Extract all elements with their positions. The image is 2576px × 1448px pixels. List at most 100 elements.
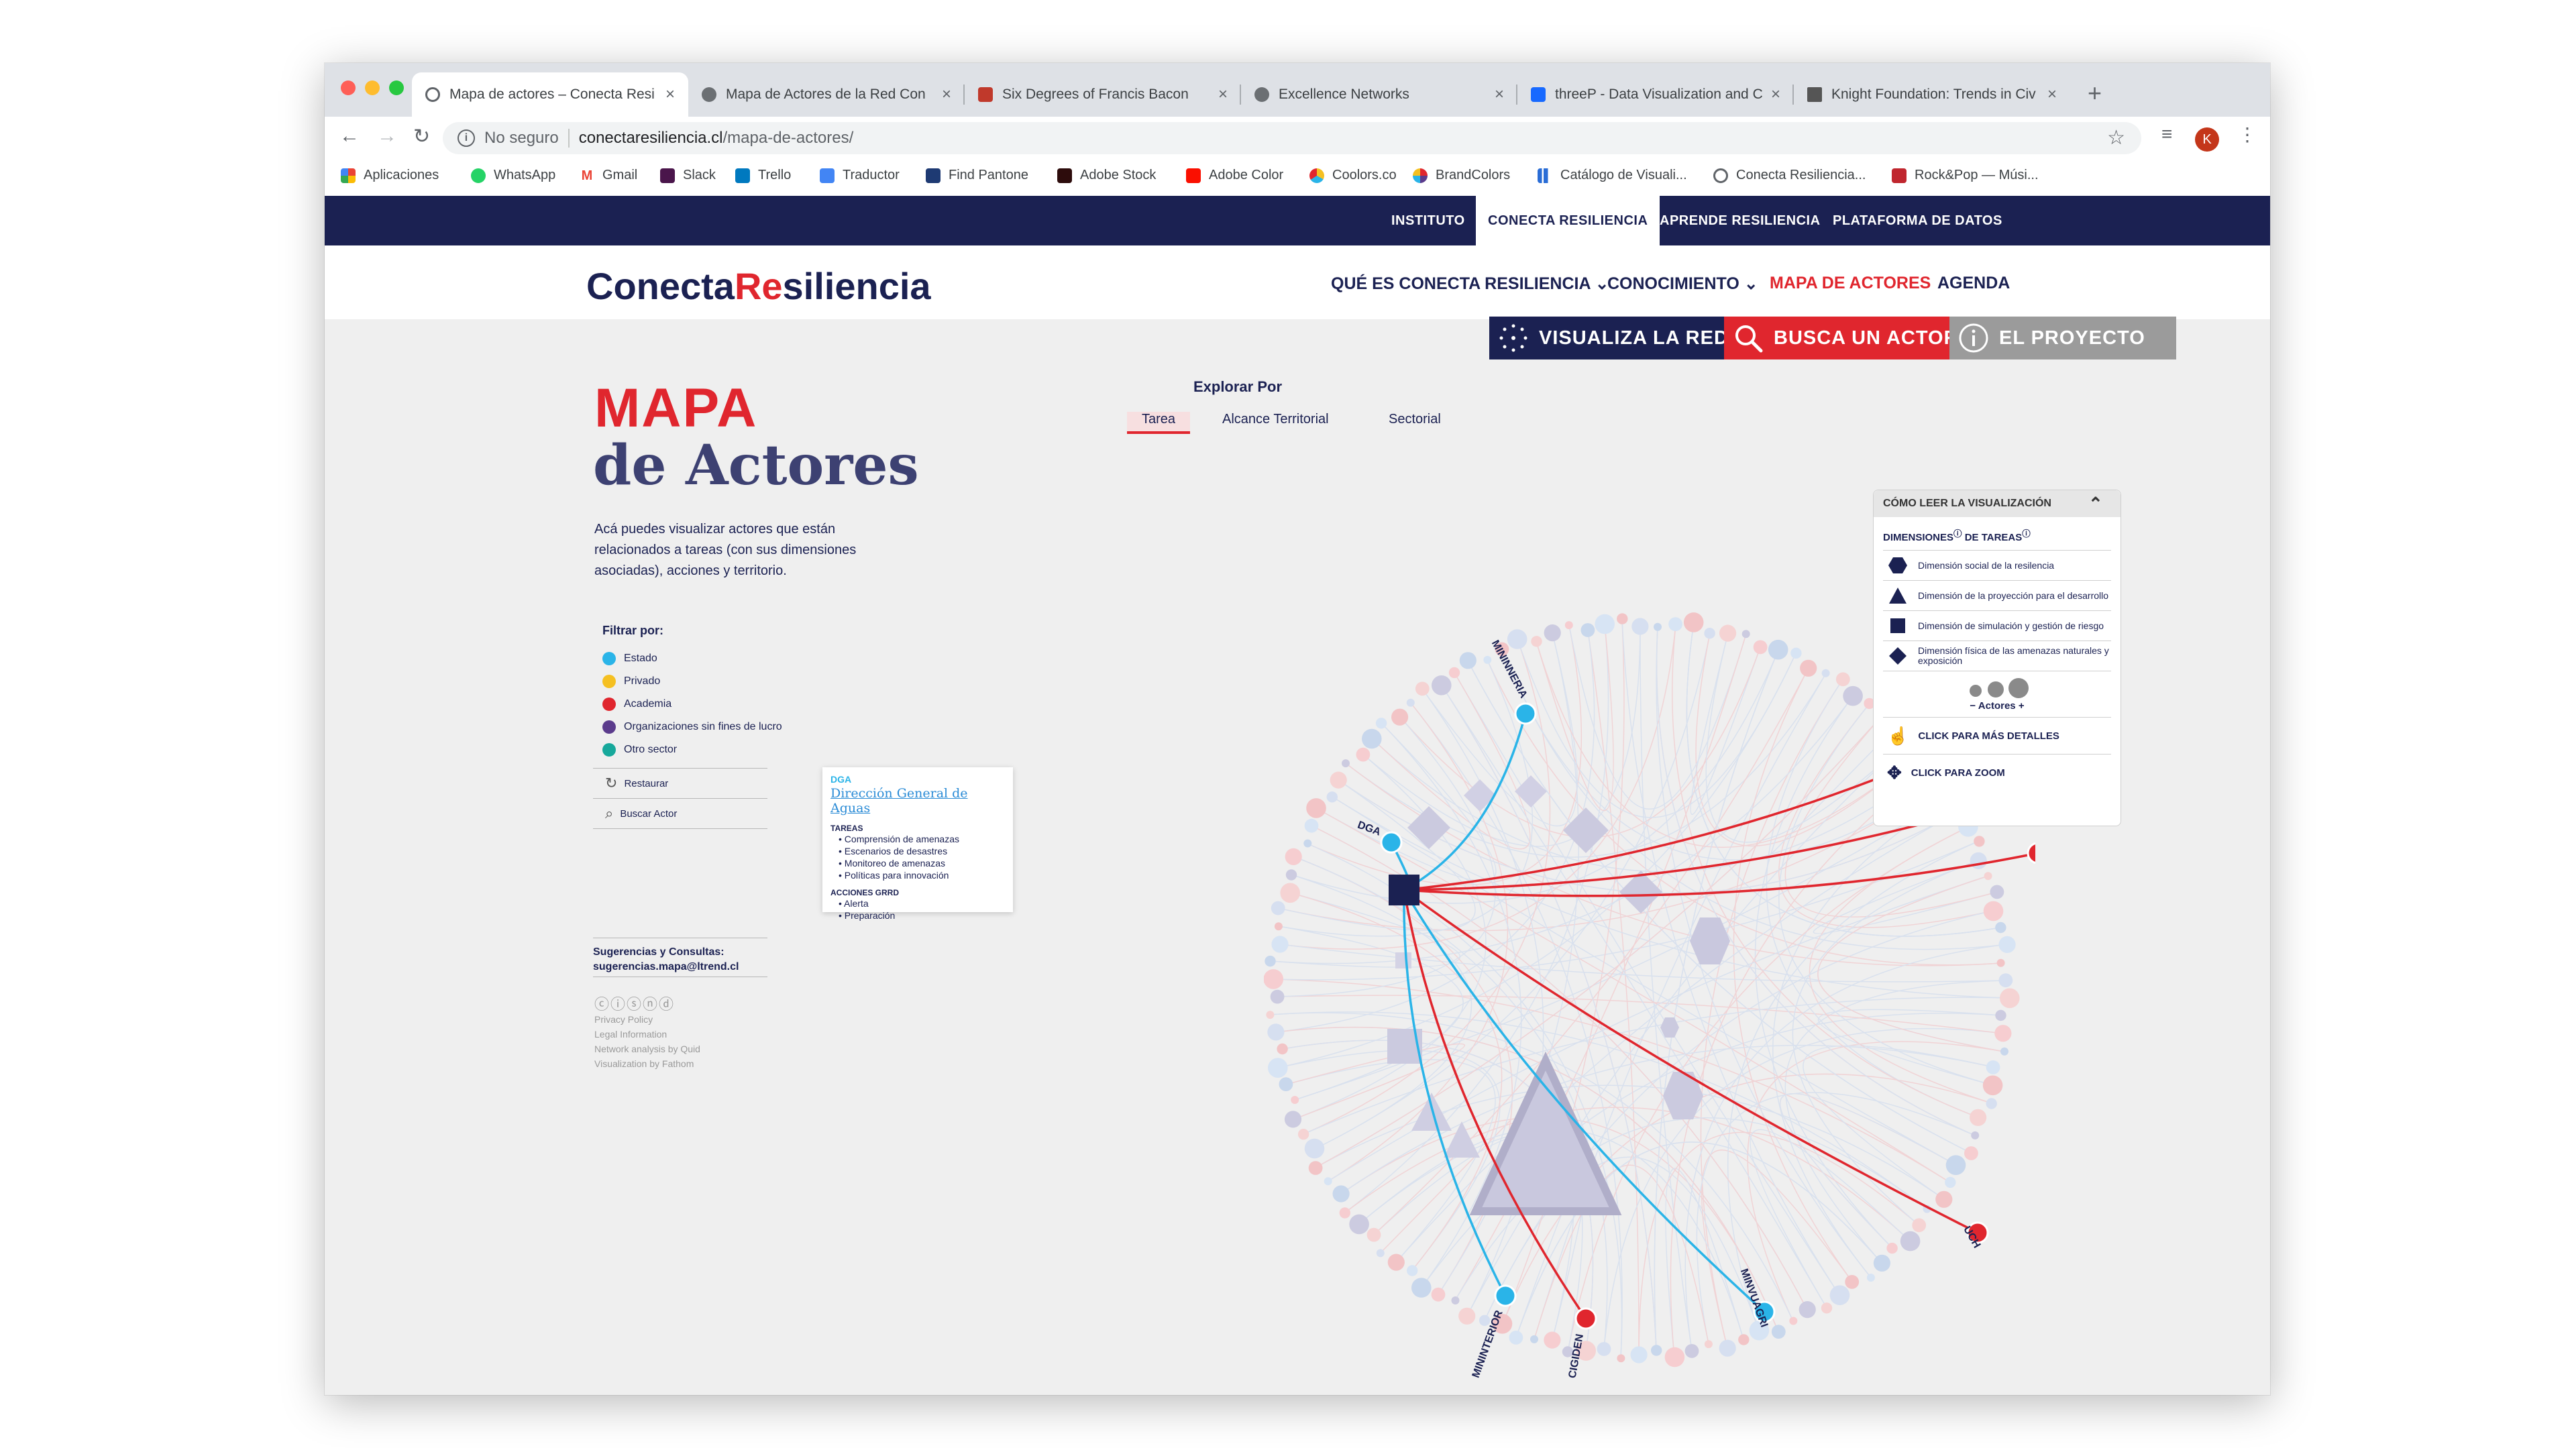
actor-node[interactable]: [1349, 1214, 1369, 1235]
nav-aprende-resiliencia[interactable]: APRENDE RESILIENCIA: [1660, 196, 1821, 245]
actor-node[interactable]: [1270, 989, 1285, 1004]
highlighted-actor-node[interactable]: [1380, 831, 1403, 854]
quid-credit-link[interactable]: Network analysis by Quid: [594, 1044, 700, 1054]
task-hexagon[interactable]: [1690, 917, 1730, 964]
actor-node[interactable]: [1843, 685, 1863, 706]
actor-node[interactable]: [1268, 1058, 1288, 1078]
actor-node[interactable]: [1330, 771, 1347, 789]
nav-conocimiento[interactable]: CONOCIMIENTO ⌄: [1607, 274, 1758, 294]
actor-node[interactable]: [1617, 613, 1628, 624]
filter-item-ong[interactable]: Organizaciones sin fines de lucro: [593, 716, 814, 738]
actor-node[interactable]: [1986, 1098, 1997, 1109]
actor-node[interactable]: [1790, 647, 1802, 659]
close-tab-icon[interactable]: ×: [665, 85, 675, 104]
actor-node[interactable]: [1986, 1060, 2000, 1074]
actor-node[interactable]: [1912, 1218, 1927, 1233]
nav-instituto[interactable]: INSTITUTO: [1391, 196, 1465, 245]
fathom-credit-link[interactable]: Visualization by Fathom: [594, 1058, 694, 1069]
actor-node[interactable]: [1297, 1129, 1309, 1140]
bookmark-find-pantone[interactable]: Find Pantone: [926, 168, 1028, 183]
actor-node[interactable]: [1387, 1254, 1405, 1271]
nav-agenda[interactable]: AGENDA: [1937, 274, 2010, 293]
actor-node[interactable]: [1271, 901, 1285, 915]
minimize-window-button[interactable]: [365, 80, 380, 95]
actor-node[interactable]: [1998, 973, 2013, 988]
back-arrow-icon[interactable]: ←: [339, 125, 360, 148]
legal-information-link[interactable]: Legal Information: [594, 1029, 667, 1040]
highlighted-actor-node[interactable]: [1494, 1284, 1517, 1307]
actor-node[interactable]: [1935, 1190, 1953, 1208]
close-tab-icon[interactable]: ×: [1495, 85, 1504, 104]
close-tab-icon[interactable]: ×: [2047, 85, 2057, 104]
actor-node[interactable]: [1800, 659, 1817, 677]
tab-alcance-territorial[interactable]: Alcance Territorial: [1222, 412, 1329, 427]
close-tab-icon[interactable]: ×: [1218, 85, 1228, 104]
actor-node[interactable]: [1984, 872, 1992, 881]
actor-node[interactable]: [1630, 1346, 1648, 1363]
actor-node[interactable]: [1285, 869, 1297, 881]
actor-node[interactable]: [1459, 652, 1477, 669]
legend-header[interactable]: CÓMO LEER LA VISUALIZACIÓN ⌃: [1874, 490, 2121, 517]
actor-node[interactable]: [1332, 1185, 1350, 1203]
actor-node[interactable]: [1271, 936, 1289, 953]
actor-node[interactable]: [1431, 1287, 1446, 1302]
actor-node[interactable]: [1719, 624, 1737, 642]
chevron-up-icon[interactable]: ⌃: [2088, 490, 2103, 517]
actor-node[interactable]: [1595, 614, 1615, 634]
reload-icon[interactable]: ↻: [413, 125, 430, 148]
filter-item-privado[interactable]: Privado: [593, 670, 814, 693]
actor-node[interactable]: [1789, 1317, 1798, 1325]
actor-node[interactable]: [1277, 1043, 1288, 1055]
nav-plataforma-datos[interactable]: PLATAFORMA DE DATOS: [1833, 196, 2002, 245]
task-diamond[interactable]: [1407, 806, 1450, 849]
actor-node[interactable]: [1291, 1096, 1299, 1104]
actor-node[interactable]: [1995, 922, 2006, 934]
nav-que-es[interactable]: QUÉ ES CONECTA RESILIENCIA ⌄: [1331, 274, 1609, 294]
bookmark-conecta[interactable]: Conecta Resiliencia...: [1713, 168, 1866, 183]
actor-node[interactable]: [1406, 698, 1415, 707]
actor-node[interactable]: [1411, 1278, 1432, 1298]
actor-node[interactable]: [1835, 672, 1850, 687]
actor-node[interactable]: [1821, 1302, 1833, 1314]
actor-node[interactable]: [1617, 1354, 1625, 1363]
filter-item-otro[interactable]: Otro sector: [593, 738, 814, 761]
actor-node[interactable]: [1279, 1077, 1293, 1091]
tooltip-name[interactable]: Dirección General de Aguas: [830, 786, 1005, 816]
actor-node[interactable]: [1375, 718, 1387, 729]
actor-node[interactable]: [1266, 1011, 1275, 1019]
actor-node[interactable]: [1683, 612, 1704, 632]
actor-node[interactable]: [1990, 885, 2004, 899]
actor-node[interactable]: [1631, 618, 1649, 635]
selected-task-node[interactable]: [1389, 875, 1419, 905]
info-icon[interactable]: i: [458, 129, 475, 147]
actor-node[interactable]: [2000, 1047, 2008, 1056]
bookmark-whatsapp[interactable]: WhatsApp: [471, 168, 555, 183]
actor-node[interactable]: [1704, 1340, 1713, 1349]
actor-node[interactable]: [1945, 1176, 1956, 1188]
actor-node[interactable]: [1407, 1265, 1418, 1276]
bookmark-catalogo[interactable]: Catálogo de Visuali...: [1538, 168, 1687, 183]
tab-excellence-networks[interactable]: Excellence Networks ×: [1241, 72, 1517, 117]
actor-node[interactable]: [1738, 1334, 1750, 1345]
tab-tarea[interactable]: Tarea: [1127, 412, 1191, 434]
actor-node[interactable]: [1799, 1301, 1816, 1319]
actor-node[interactable]: [1339, 1207, 1350, 1219]
highlighted-actor-node[interactable]: [1514, 702, 1537, 725]
actor-node[interactable]: [1267, 1023, 1285, 1041]
actor-node[interactable]: [1970, 1109, 1987, 1126]
actor-node[interactable]: [1664, 1347, 1685, 1368]
actor-node[interactable]: [2000, 988, 2020, 1009]
visualiza-la-red-button[interactable]: VISUALIZA LA RED: [1489, 317, 1728, 359]
actor-node[interactable]: [1741, 630, 1750, 638]
site-logo[interactable]: ConectaResiliencia: [586, 264, 931, 308]
actor-node[interactable]: [1509, 1331, 1523, 1345]
actor-node[interactable]: [1448, 667, 1460, 679]
filter-item-estado[interactable]: Estado: [593, 647, 814, 670]
actor-node[interactable]: [1274, 922, 1283, 931]
bookmark-rockpop[interactable]: Rock&Pop — Músi...: [1892, 168, 2039, 183]
actor-node[interactable]: [1342, 759, 1350, 768]
actor-node[interactable]: [1719, 1339, 1736, 1357]
actor-node[interactable]: [1945, 1155, 1966, 1175]
actor-node[interactable]: [1753, 640, 1768, 655]
actor-node[interactable]: [1362, 728, 1382, 749]
